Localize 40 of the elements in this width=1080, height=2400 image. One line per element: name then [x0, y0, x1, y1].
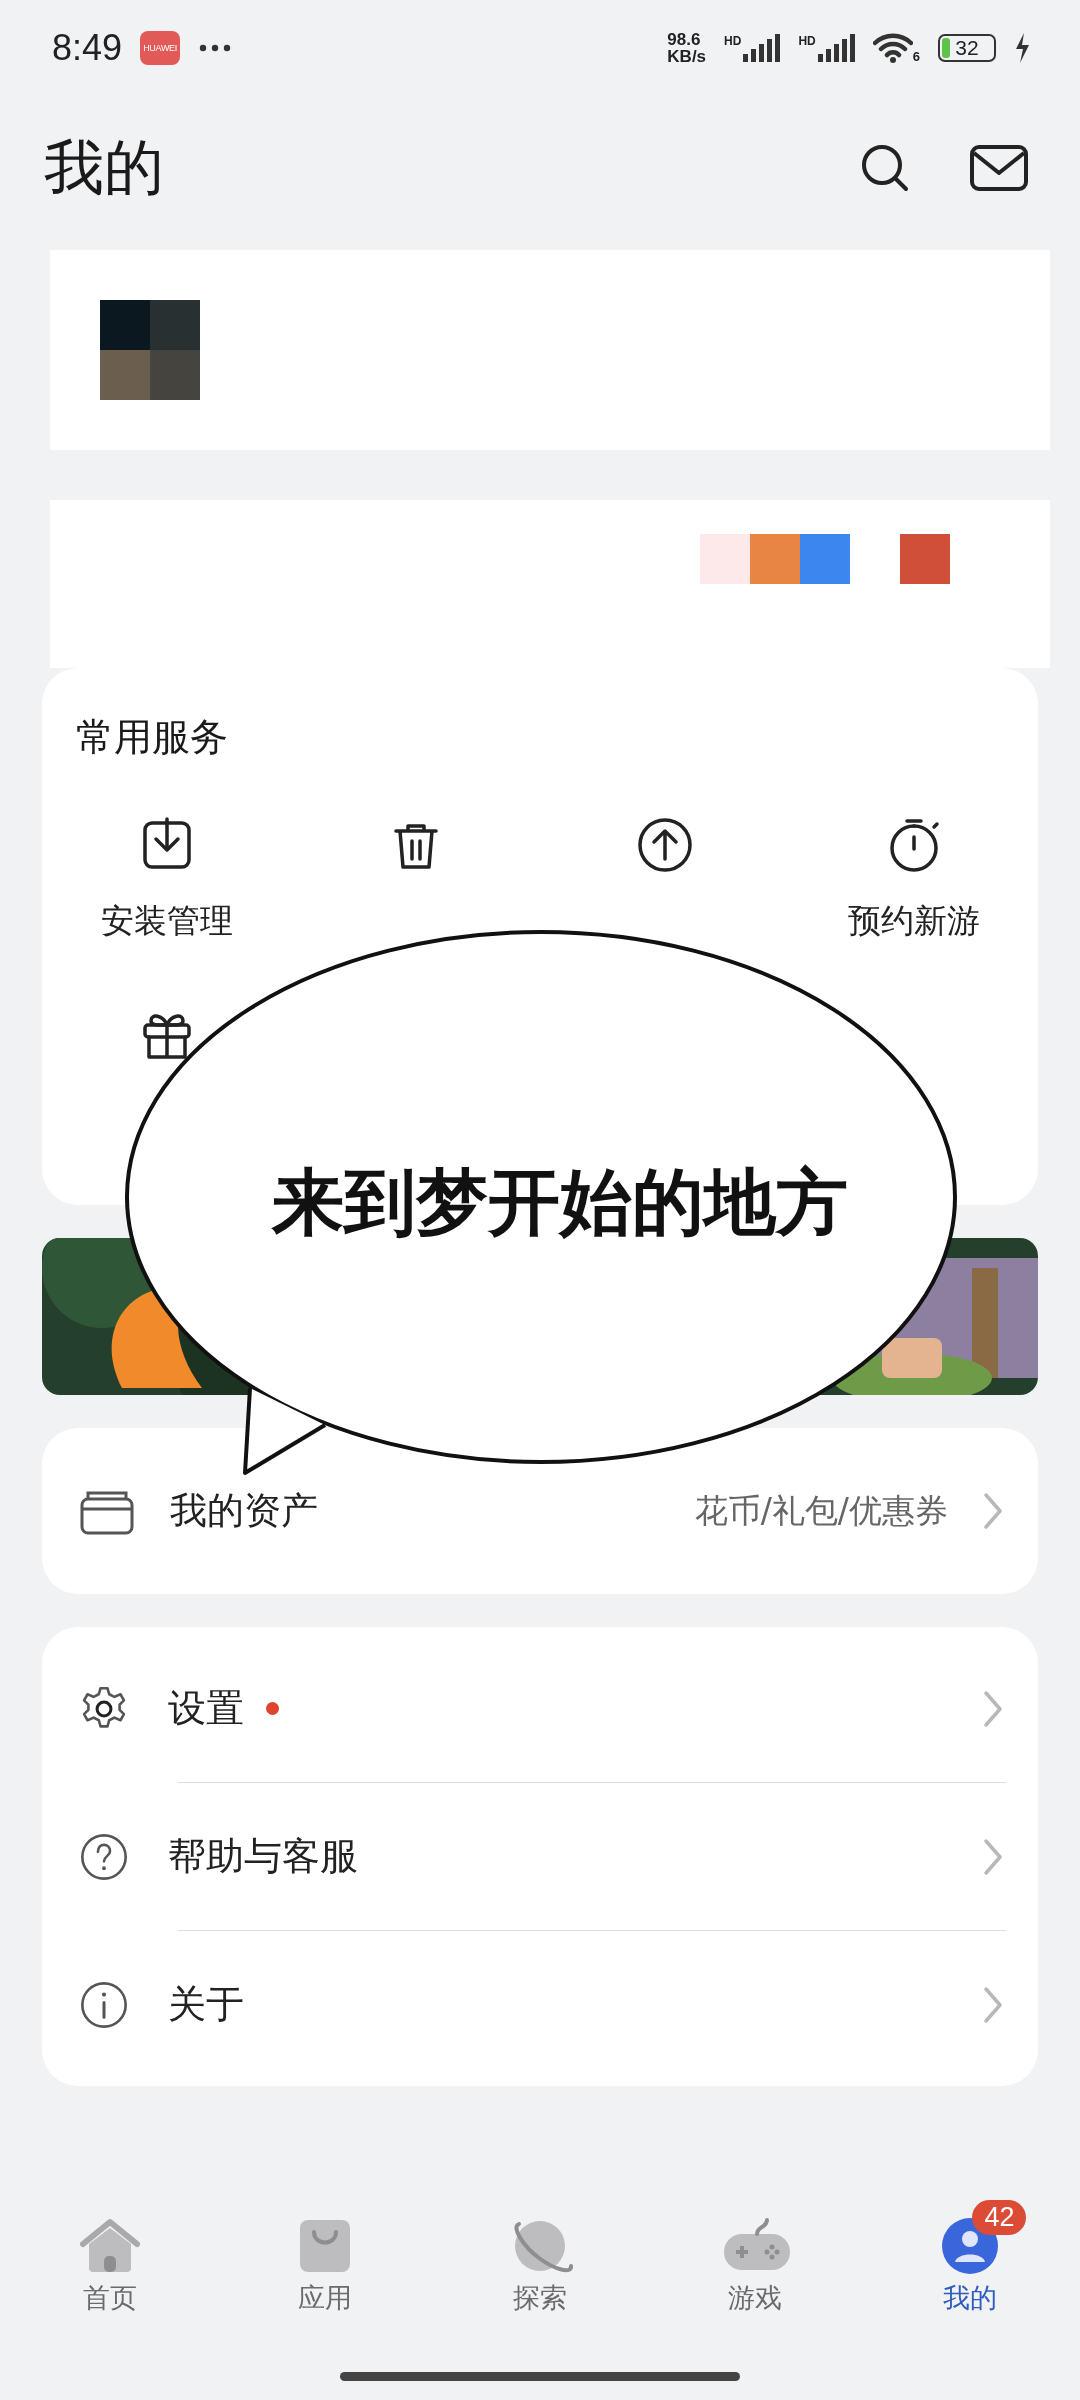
network-speed: 98.6 KB/s	[667, 31, 707, 65]
service-button[interactable]: 预约新游	[847, 815, 980, 944]
page-title: 我的	[44, 130, 165, 204]
menu-row[interactable]: 关于	[42, 1931, 1038, 2078]
row-label: 关于	[168, 1981, 244, 2028]
count-badge: 42	[972, 2200, 1027, 2235]
network-type-label: HD	[724, 34, 742, 48]
search-icon	[860, 143, 910, 193]
nav-tab[interactable]: 应用	[217, 2200, 433, 2316]
battery-icon: 32	[938, 34, 996, 62]
bubble-text: 来到梦开始的地方	[272, 1159, 848, 1246]
assets-row[interactable]: 我的资产 花币/礼包/优惠券	[42, 1428, 1038, 1594]
nav-tab[interactable]: 游戏	[647, 2200, 863, 2316]
nav-tab[interactable]: 首页	[2, 2200, 218, 2316]
row-label: 我的资产	[170, 1488, 319, 1534]
menu-row[interactable]: 设置	[42, 1635, 1038, 1782]
service-button[interactable]: 安装管理	[100, 815, 233, 944]
chevron-right-icon	[982, 1491, 1004, 1531]
chevron-right-icon	[982, 1688, 1004, 1729]
clock-time: 8:49	[52, 27, 123, 69]
search-button[interactable]	[860, 143, 910, 193]
nav-tab[interactable]: 探索	[432, 2200, 648, 2316]
section-title: 常用服务	[75, 714, 229, 761]
wifi-icon	[872, 32, 913, 64]
chevron-right-icon	[982, 1836, 1004, 1877]
mail-icon	[970, 143, 1028, 193]
charging-icon	[1014, 33, 1030, 63]
nav-tab[interactable]: 我的 42	[862, 2200, 1078, 2316]
network-type-label: HD	[798, 34, 816, 48]
row-detail: 花币/礼包/优惠券	[694, 1489, 948, 1532]
app-notification-icon: HUAWEI	[140, 31, 181, 65]
row-label: 设置	[168, 1685, 244, 1732]
messages-button[interactable]	[970, 143, 1028, 193]
signal-icon	[743, 34, 781, 62]
more-icon	[198, 42, 233, 54]
signal-icon	[817, 34, 855, 62]
wifi-label: 6	[912, 49, 920, 64]
chevron-right-icon	[982, 1984, 1004, 2025]
menu-row[interactable]: 帮助与客服	[42, 1783, 1038, 1930]
row-label: 帮助与客服	[168, 1833, 358, 1880]
